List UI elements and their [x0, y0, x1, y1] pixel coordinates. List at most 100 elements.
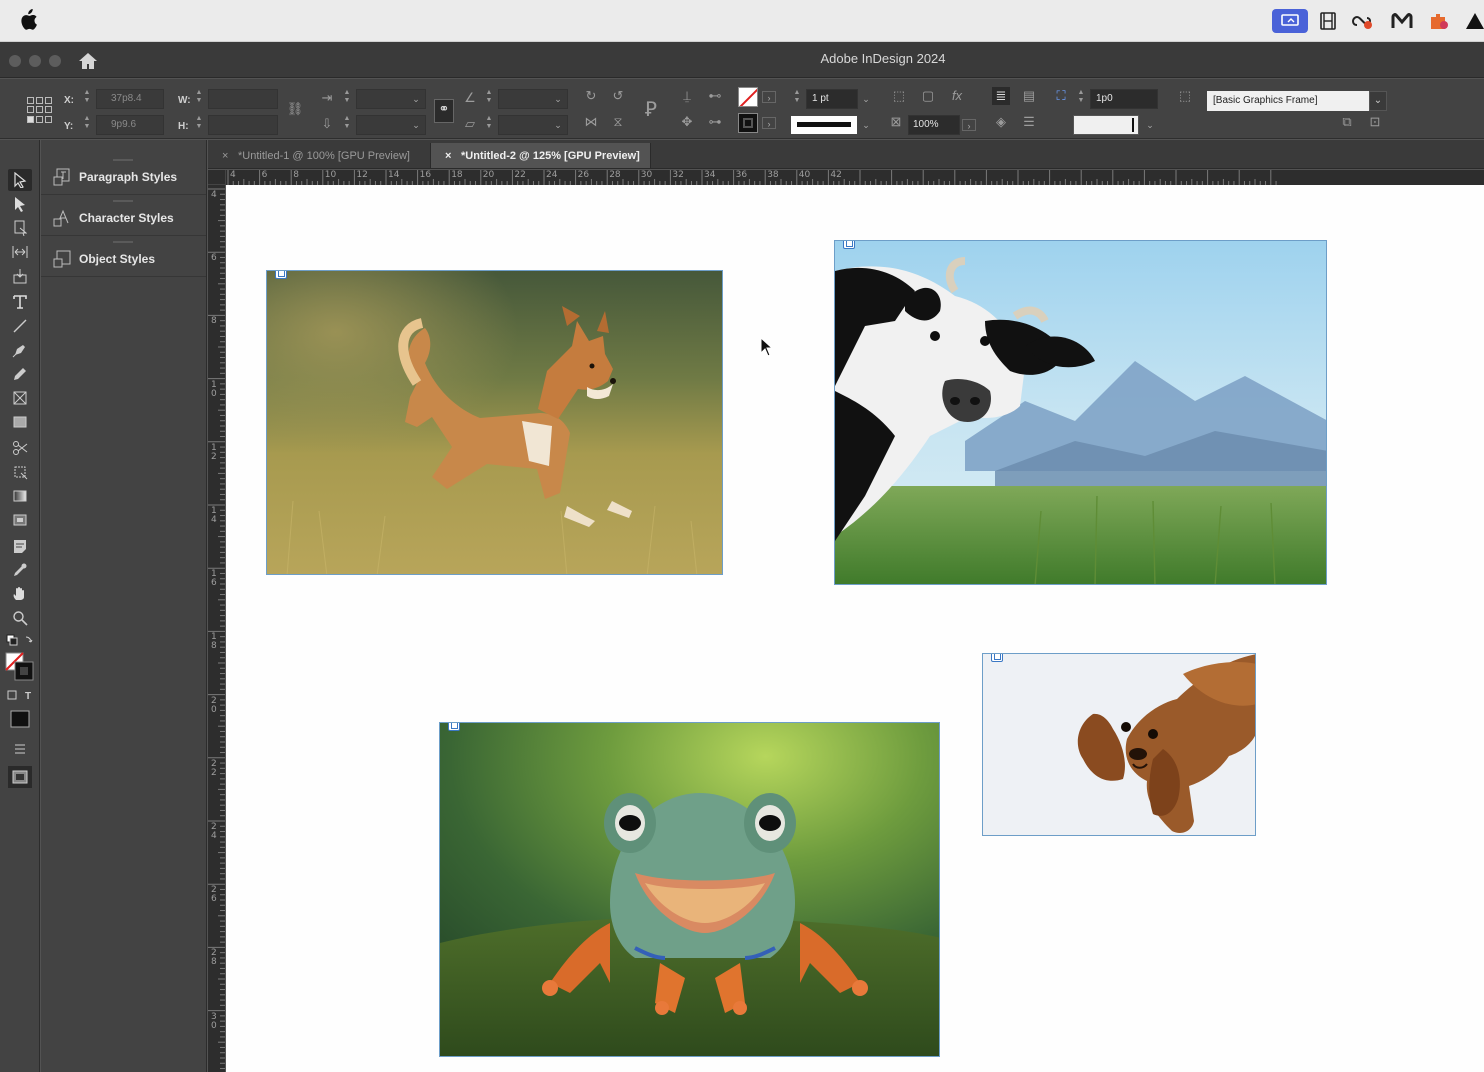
fill-swatch-none[interactable] — [738, 87, 758, 107]
apply-color-icon[interactable] — [8, 708, 32, 730]
select-content-icon[interactable]: ✥ — [678, 113, 696, 131]
screen-mode-icon[interactable] — [8, 738, 32, 760]
rotation-stepper[interactable]: ▲ ▼ — [484, 89, 494, 107]
y-stepper[interactable]: ▲ ▼ — [82, 115, 92, 133]
character-styles-panel-tab[interactable]: Character Styles — [41, 195, 206, 236]
rectangle-frame-tool-icon[interactable] — [8, 387, 32, 409]
type-tool-icon[interactable] — [8, 291, 32, 313]
zoom-tool-icon[interactable] — [8, 607, 32, 629]
document-tab-untitled-2[interactable]: × *Untitled-2 @ 125% [GPU Preview] — [430, 143, 651, 168]
gap-stepper[interactable]: ▲ ▼ — [1076, 89, 1086, 107]
flip-horizontal-icon[interactable]: ⋈ — [582, 113, 600, 131]
stroke-type-select[interactable] — [790, 115, 858, 135]
w-stepper[interactable]: ▲ ▼ — [194, 89, 204, 107]
eyedropper-tool-icon[interactable] — [8, 559, 32, 581]
scale-x-stepper[interactable]: ▲ ▼ — [342, 89, 352, 107]
y-position-field[interactable]: 9p9.6 — [96, 115, 164, 135]
direct-selection-tool-icon[interactable] — [8, 193, 32, 215]
opacity-arrow-icon[interactable]: › — [962, 119, 976, 131]
select-container-icon[interactable]: ⍊ — [678, 87, 696, 105]
gap-field[interactable]: 1p0 — [1090, 89, 1158, 109]
clear-overrides-icon[interactable]: ⧉ — [1338, 113, 1356, 131]
flip-vertical-icon[interactable]: ⧖ — [609, 113, 627, 131]
paragraph-styles-panel-tab[interactable]: Paragraph Styles — [41, 154, 206, 195]
corgi-running-image[interactable] — [266, 270, 723, 575]
malwarebytes-icon[interactable] — [1390, 9, 1414, 33]
width-field[interactable] — [208, 89, 278, 109]
preview-mode-icon[interactable] — [8, 766, 32, 788]
shear-stepper[interactable]: ▲ ▼ — [484, 115, 494, 133]
select-next-icon[interactable]: ⊶ — [706, 113, 724, 131]
link-badge-icon[interactable] — [843, 241, 855, 249]
document-tab-untitled-1[interactable]: × *Untitled-1 @ 100% [GPU Preview] — [208, 143, 430, 168]
apple-logo-icon[interactable] — [18, 9, 38, 31]
close-tab-icon[interactable]: × — [445, 150, 451, 162]
grip-handle[interactable] — [113, 241, 133, 243]
chevron-down-icon[interactable]: ⌄ — [1144, 119, 1156, 131]
gap-tool-icon[interactable] — [8, 241, 32, 263]
reference-point-grid[interactable] — [27, 97, 53, 123]
fill-stroke-swatches[interactable] — [5, 652, 35, 682]
stroke-menu-arrow-icon[interactable]: › — [762, 117, 776, 129]
horizontal-ruler[interactable]: 4 6 8 10 12 14 16 18 20 22 24 26 28 30 32 34 36 38 40 42 — [226, 170, 1484, 185]
chevron-down-icon[interactable]: ⌄ — [860, 93, 872, 105]
free-transform-tool-icon[interactable] — [8, 461, 32, 483]
chevron-down-icon[interactable]: ⌄ — [552, 119, 564, 131]
link-badge-icon[interactable] — [275, 271, 287, 279]
constrain-proportions-icon[interactable]: ⛓ — [286, 100, 304, 118]
paragraph-p-icon[interactable]: Ꝑ — [638, 97, 664, 123]
gradient-feather-tool-icon[interactable] — [8, 509, 32, 531]
x-position-field[interactable]: 37p8.4 — [96, 89, 164, 109]
link-badge-icon[interactable] — [448, 723, 460, 731]
new-style-icon[interactable]: ⊡ — [1366, 113, 1384, 131]
cow-meadow-image[interactable] — [834, 240, 1327, 585]
x-stepper[interactable]: ▲ ▼ — [82, 89, 92, 107]
shadow-frame-icon[interactable]: ▢ — [919, 87, 937, 105]
hand-tool-icon[interactable] — [8, 583, 32, 605]
object-style-select[interactable]: [Basic Graphics Frame] — [1207, 91, 1369, 111]
ruler-origin[interactable] — [208, 170, 226, 185]
frame-fitting-icon[interactable]: ⬚ — [890, 87, 908, 105]
chevron-down-icon[interactable]: ⌄ — [1369, 91, 1387, 111]
opacity-field[interactable]: 100% — [908, 115, 960, 135]
content-collector-tool-icon[interactable] — [8, 265, 32, 287]
text-wrap-none-icon[interactable]: ≣ — [992, 87, 1010, 105]
film-strip-icon[interactable] — [1316, 9, 1340, 33]
fill-menu-arrow-icon[interactable]: › — [762, 91, 776, 103]
chevron-down-icon[interactable]: ⌄ — [410, 119, 422, 131]
stroke-weight-field[interactable]: 1 pt — [806, 89, 858, 109]
height-field[interactable] — [208, 115, 278, 135]
effects-fx-icon[interactable]: fx — [948, 87, 966, 105]
text-wrap-jump-icon[interactable]: ☰ — [1020, 113, 1038, 131]
chevron-down-icon[interactable]: ⌄ — [860, 119, 872, 131]
link-scale-icon[interactable]: ⚭ — [434, 99, 454, 123]
scissors-tool-icon[interactable] — [8, 437, 32, 459]
line-tool-icon[interactable] — [8, 315, 32, 337]
select-previous-icon[interactable]: ⊷ — [706, 87, 724, 105]
formatting-affects-container-icon[interactable]: T — [7, 688, 35, 702]
pen-tool-icon[interactable] — [8, 339, 32, 361]
stroke-swatch[interactable] — [738, 113, 758, 133]
page-tool-icon[interactable] — [8, 217, 32, 239]
close-tab-icon[interactable]: × — [222, 150, 228, 162]
green-frog-image[interactable] — [439, 722, 940, 1057]
gradient-swatch-tool-icon[interactable] — [8, 485, 32, 507]
object-styles-panel-tab[interactable]: Object Styles — [41, 236, 206, 277]
pencil-tool-icon[interactable] — [8, 363, 32, 385]
cocker-spaniel-image[interactable] — [982, 653, 1256, 836]
note-tool-icon[interactable] — [8, 535, 32, 557]
scale-y-stepper[interactable]: ▲ ▼ — [342, 115, 352, 133]
rectangle-tool-icon[interactable] — [8, 411, 32, 433]
selection-tool-icon[interactable] — [8, 169, 32, 191]
text-wrap-bounding-icon[interactable]: ▤ — [1020, 87, 1038, 105]
puzzle-extension-icon[interactable] — [1427, 9, 1451, 33]
vertical-ruler[interactable]: 4 6 8 10 12 14 16 18 20 22 24 26 28 30 — [208, 185, 225, 1072]
drive-icon[interactable] — [1466, 9, 1484, 33]
rotate-cw-icon[interactable]: ↻ — [582, 87, 600, 105]
grip-handle[interactable] — [113, 200, 133, 202]
h-stepper[interactable]: ▲ ▼ — [194, 115, 204, 133]
grip-handle[interactable] — [113, 159, 133, 161]
screen-mirror-icon[interactable] — [1272, 9, 1308, 33]
link-badge-icon[interactable] — [991, 654, 1003, 662]
creative-cloud-icon[interactable] — [1350, 9, 1374, 33]
